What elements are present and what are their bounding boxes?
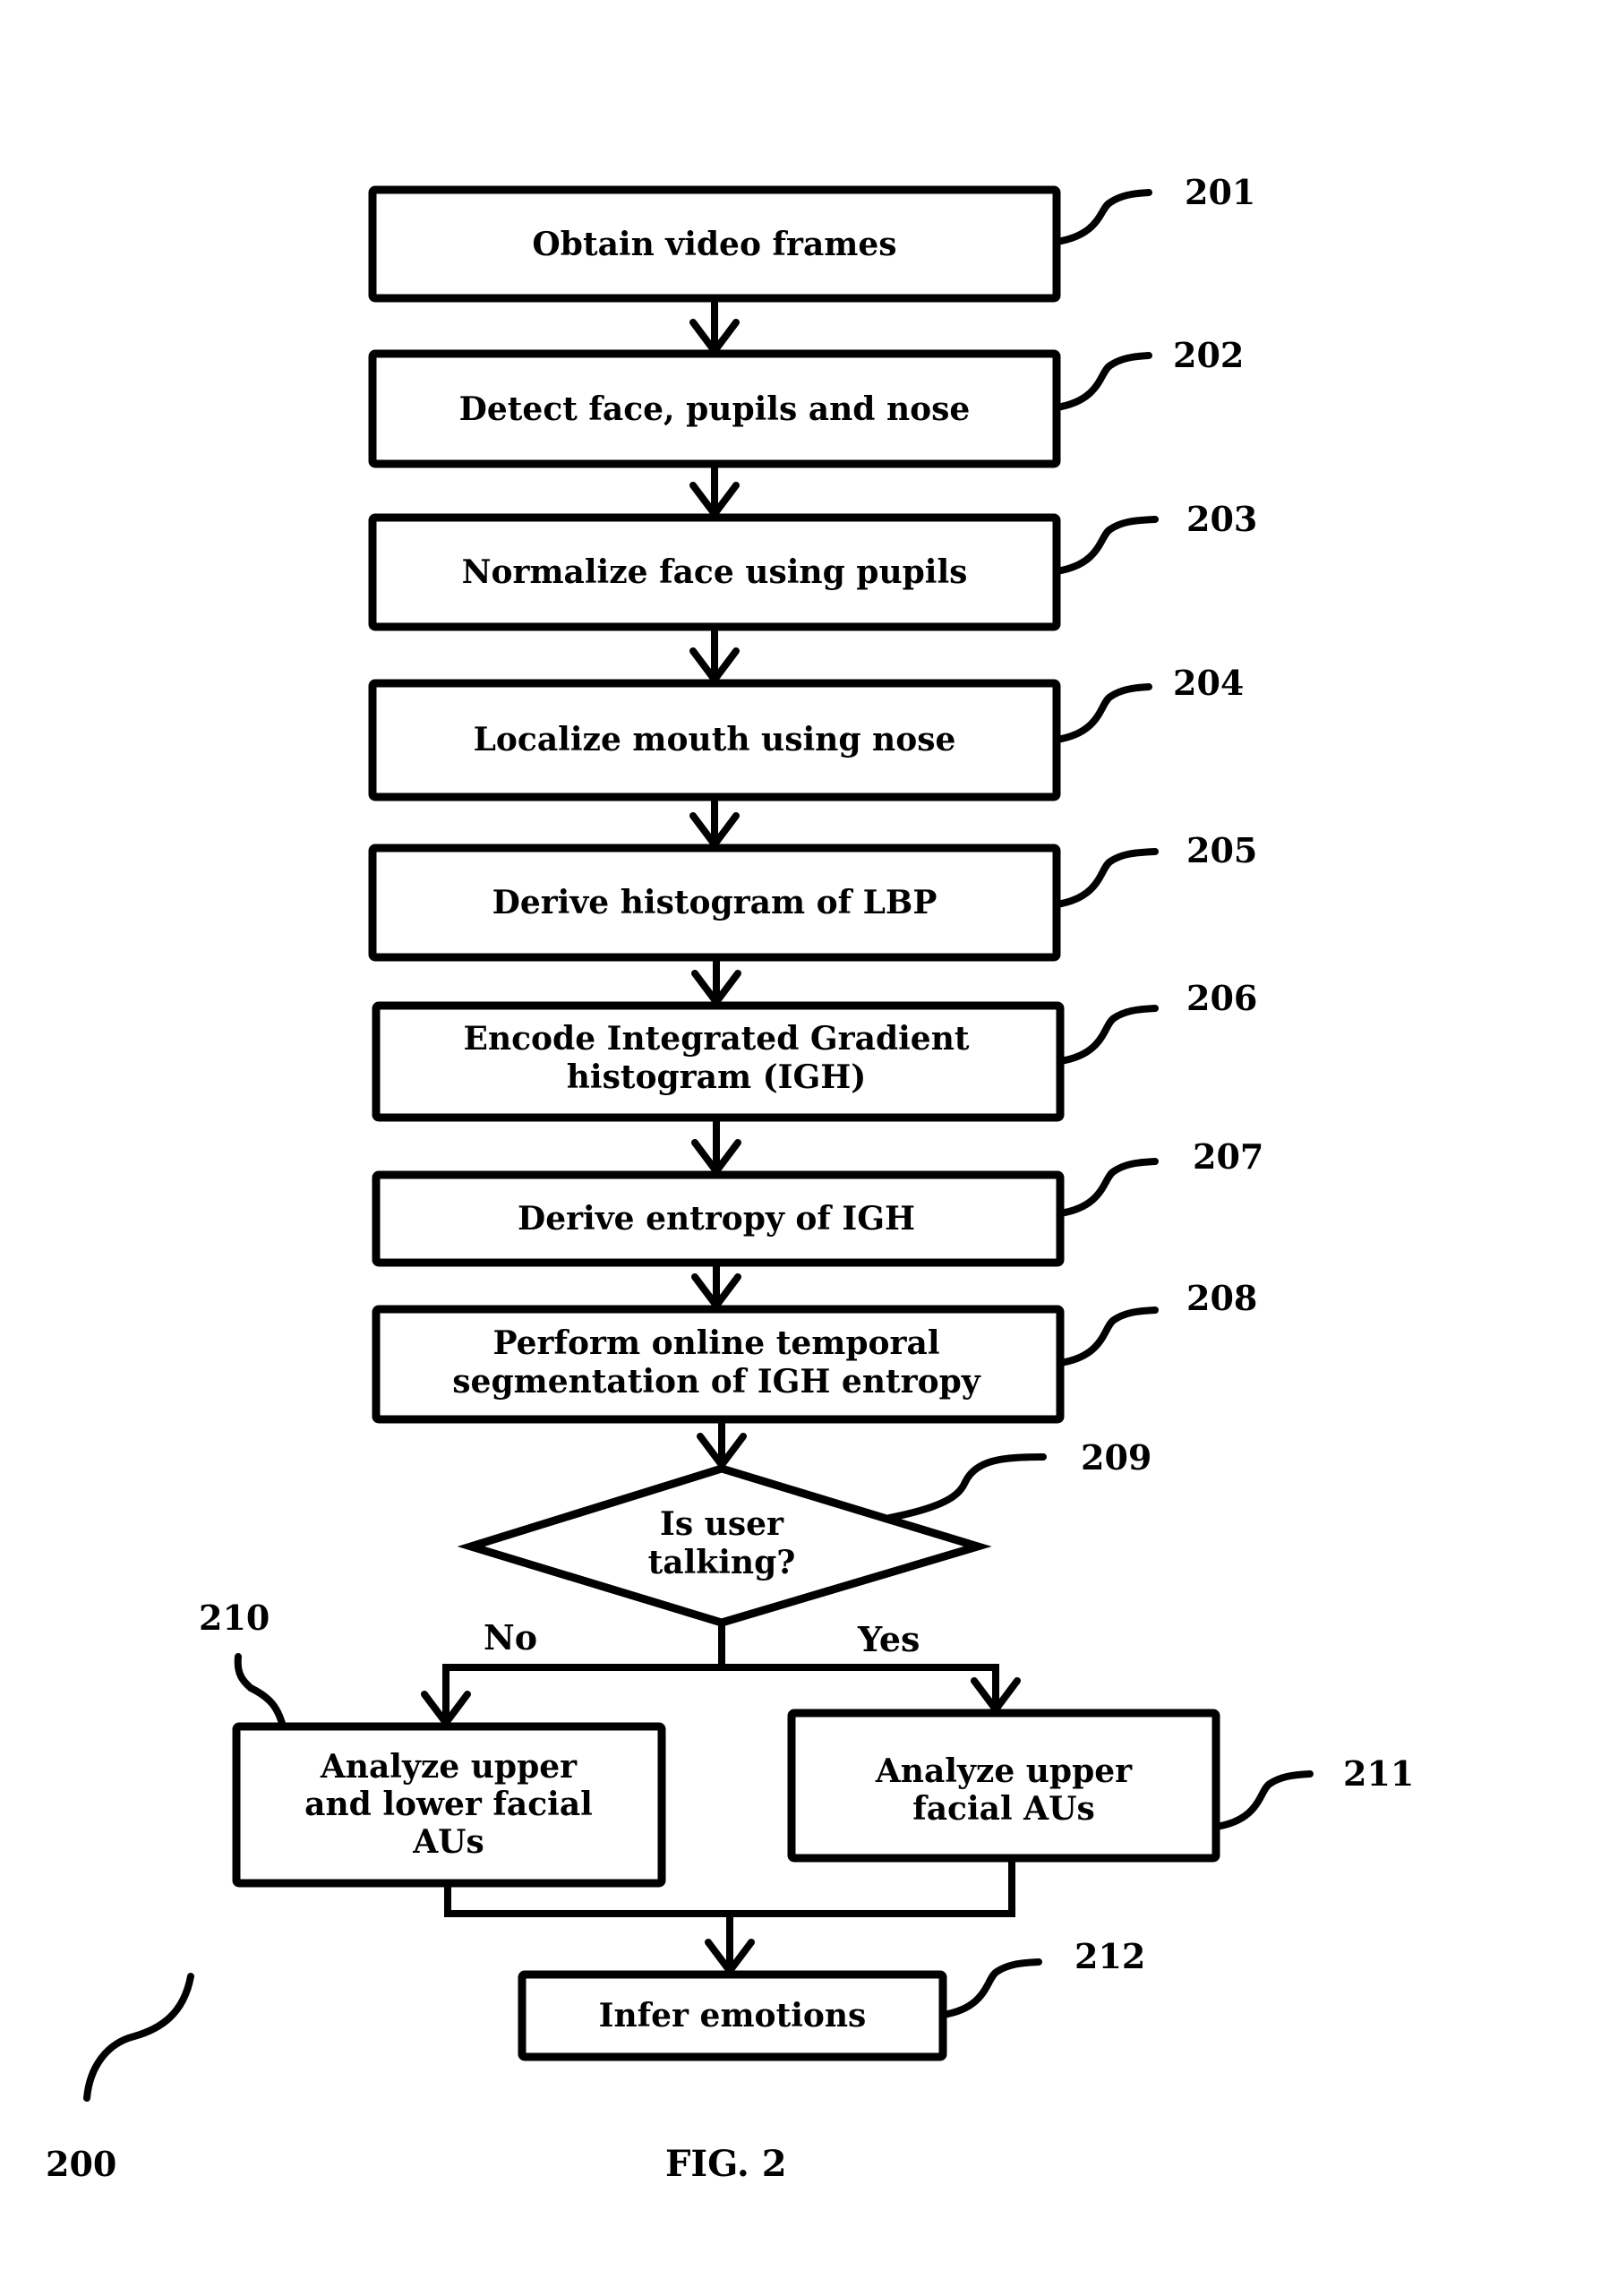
ref-212: 212 <box>1074 1936 1145 1976</box>
leader-211 <box>1212 1770 1314 1830</box>
step-label: Infer emotions <box>599 1997 867 2035</box>
leader-212 <box>939 1958 1042 2018</box>
step-206: Encode Integrated Gradient histogram (IG… <box>372 1001 1065 1122</box>
leader-203 <box>1053 516 1159 575</box>
leader-209 <box>886 1453 1047 1521</box>
decision-label-line-2: talking? <box>648 1544 796 1581</box>
step-label: Obtain video frames <box>532 226 896 263</box>
step-label-line-3: AUs <box>412 1823 484 1861</box>
step-209-decision: Is user talking? <box>457 1464 992 1627</box>
step-207: Derive entropy of IGH <box>372 1170 1065 1267</box>
ref-210: 210 <box>199 1598 270 1638</box>
ref-211: 211 <box>1343 1753 1414 1794</box>
step-label: Derive entropy of IGH <box>518 1200 915 1238</box>
leader-208 <box>1057 1306 1159 1366</box>
step-label-line-2: and lower facial <box>304 1786 593 1823</box>
step-211: Analyze upper facial AUs <box>787 1709 1220 1863</box>
step-208: Perform online temporal segmentation of … <box>372 1305 1065 1424</box>
branch-label-no: No <box>484 1617 537 1658</box>
flowchart: Obtain video frames Detect face, pupils … <box>46 172 1414 2185</box>
step-label-line-2: segmentation of IGH entropy <box>452 1363 981 1401</box>
leader-202 <box>1053 352 1152 411</box>
step-label-line-1: Perform online temporal <box>493 1324 940 1362</box>
step-label: Derive histogram of LBP <box>492 884 937 921</box>
step-label-line-1: Encode Integrated Gradient <box>464 1020 970 1058</box>
leader-200 <box>83 1973 194 2102</box>
ref-207: 207 <box>1193 1136 1263 1177</box>
ref-200: 200 <box>46 2144 116 2184</box>
figure-caption: FIG. 2 <box>665 2143 787 2185</box>
step-label-line-1: Analyze upper <box>875 1752 1133 1790</box>
ref-205: 205 <box>1186 830 1257 870</box>
leader-207 <box>1057 1158 1159 1217</box>
step-label-line-2: histogram (IGH) <box>567 1058 867 1096</box>
ref-209: 209 <box>1081 1437 1152 1478</box>
step-212: Infer emotions <box>518 1970 947 2061</box>
step-202: Detect face, pupils and nose <box>368 349 1061 468</box>
decision-label-line-1: Is user <box>660 1505 784 1543</box>
leader-201 <box>1053 189 1152 245</box>
step-204: Localize mouth using nose <box>368 679 1061 801</box>
step-210: Analyze upper and lower facial AUs <box>232 1722 666 1888</box>
ref-208: 208 <box>1186 1278 1257 1318</box>
step-201: Obtain video frames <box>368 185 1061 303</box>
ref-202: 202 <box>1173 335 1244 375</box>
leader-205 <box>1053 848 1159 908</box>
leader-204 <box>1053 683 1152 743</box>
step-205: Derive histogram of LBP <box>368 844 1061 962</box>
step-label-line-1: Analyze upper <box>320 1748 578 1786</box>
step-203: Normalize face using pupils <box>368 513 1061 631</box>
ref-203: 203 <box>1186 499 1257 539</box>
step-label: Normalize face using pupils <box>462 553 968 591</box>
ref-204: 204 <box>1173 663 1244 703</box>
leader-210 <box>234 1653 287 1730</box>
ref-201: 201 <box>1185 172 1255 212</box>
branch-label-yes: Yes <box>857 1619 920 1659</box>
step-label: Detect face, pupils and nose <box>459 390 971 428</box>
leader-206 <box>1057 1005 1159 1065</box>
step-label: Localize mouth using nose <box>474 721 956 758</box>
step-label-line-2: facial AUs <box>912 1790 1095 1828</box>
ref-206: 206 <box>1186 978 1257 1018</box>
